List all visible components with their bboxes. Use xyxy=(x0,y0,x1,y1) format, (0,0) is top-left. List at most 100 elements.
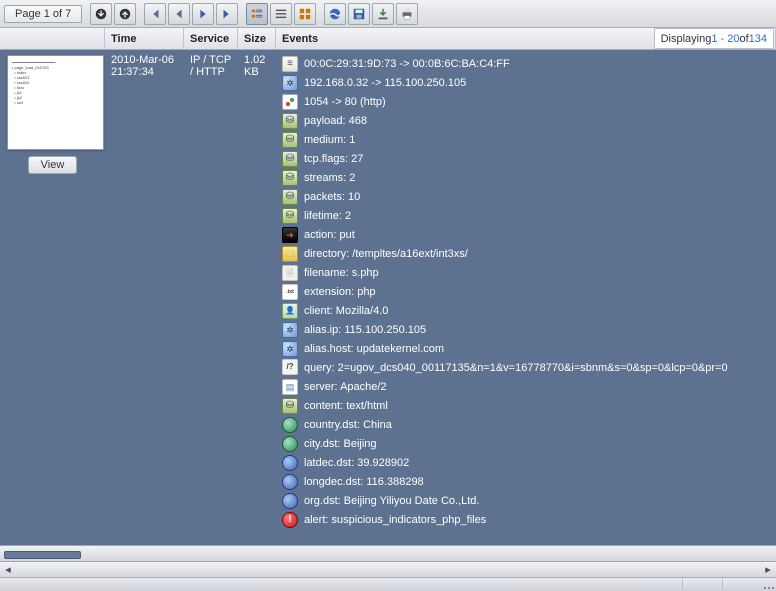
event-line[interactable]: streams: 2 xyxy=(282,169,770,187)
scroll-right-icon[interactable]: ▸ xyxy=(760,563,776,577)
cell-service: IP / TCP / HTTP xyxy=(184,54,238,530)
cell-events: 00:0C:29:31:9D:73 -> 00:0B:6C:BA:C4:FF19… xyxy=(276,54,776,530)
paging-total: 134 xyxy=(749,33,767,45)
window-hscroll[interactable]: ◂ ▸ xyxy=(0,561,776,577)
status-bar xyxy=(0,577,776,591)
cell-thumb: ━━━━━━━━━━━━━━━━━━• page_load_0x5763 • i… xyxy=(0,54,105,530)
event-line[interactable]: alias.ip: 115.100.250.105 xyxy=(282,321,770,339)
event-text: payload: 468 xyxy=(304,112,367,130)
arrow-icon xyxy=(282,227,298,243)
event-line[interactable]: action: put xyxy=(282,226,770,244)
event-line[interactable]: 00:0C:29:31:9D:73 -> 00:0B:6C:BA:C4:FF xyxy=(282,55,770,73)
db-icon xyxy=(282,132,298,148)
toolbar: Page 1 of 7 xyxy=(0,0,776,28)
event-line[interactable]: country.dst: China xyxy=(282,416,770,434)
event-line[interactable]: tcp.flags: 27 xyxy=(282,150,770,168)
event-text: streams: 2 xyxy=(304,169,355,187)
col-size[interactable]: Size xyxy=(238,28,276,49)
net-icon xyxy=(282,341,298,357)
db-icon xyxy=(282,170,298,186)
event-line[interactable]: alert: suspicious_indicators_php_files xyxy=(282,511,770,529)
event-text: lifetime: 2 xyxy=(304,207,351,225)
event-text: alert: suspicious_indicators_php_files xyxy=(304,511,486,529)
db-icon xyxy=(282,113,298,129)
event-text: server: Apache/2 xyxy=(304,378,387,396)
page-indicator: Page 1 of 7 xyxy=(4,5,82,23)
event-line[interactable]: latdec.dst: 39.928902 xyxy=(282,454,770,472)
thumbnail[interactable]: ━━━━━━━━━━━━━━━━━━• page_load_0x5763 • i… xyxy=(7,55,104,150)
col-time[interactable]: Time xyxy=(105,28,184,49)
event-text: directory: /templtes/a16ext/int3xs/ xyxy=(304,245,468,263)
event-text: action: put xyxy=(304,226,355,244)
net-icon xyxy=(282,322,298,338)
event-line[interactable]: extension: php xyxy=(282,283,770,301)
event-line[interactable]: server: Apache/2 xyxy=(282,378,770,396)
folder-icon xyxy=(282,246,298,262)
nav-next-button[interactable] xyxy=(192,3,214,25)
view-detail-button[interactable] xyxy=(246,3,268,25)
paging-of: of xyxy=(739,33,748,45)
event-line[interactable]: payload: 468 xyxy=(282,112,770,130)
refresh-up-button[interactable] xyxy=(114,3,136,25)
event-line[interactable]: city.dst: Beijing xyxy=(282,435,770,453)
event-line[interactable]: client: Mozilla/4.0 xyxy=(282,302,770,320)
col-service[interactable]: Service xyxy=(184,28,238,49)
event-text: packets: 10 xyxy=(304,188,360,206)
event-text: city.dst: Beijing xyxy=(304,435,377,453)
globe2-icon xyxy=(282,455,298,471)
event-line[interactable]: org.dst: Beijing Yiliyou Date Co.,Ltd. xyxy=(282,492,770,510)
event-line[interactable]: longdec.dst: 116.388298 xyxy=(282,473,770,491)
event-line[interactable]: lifetime: 2 xyxy=(282,207,770,225)
event-line[interactable]: directory: /templtes/a16ext/int3xs/ xyxy=(282,245,770,263)
event-text: 00:0C:29:31:9D:73 -> 00:0B:6C:BA:C4:FF xyxy=(304,55,510,73)
db-icon xyxy=(282,189,298,205)
client-icon xyxy=(282,303,298,319)
export-button[interactable] xyxy=(372,3,394,25)
paging-display: Displaying 1 - 20 of 134 xyxy=(654,28,774,49)
google-earth-button[interactable] xyxy=(324,3,346,25)
content-hscroll[interactable] xyxy=(0,545,776,561)
scroll-left-icon[interactable]: ◂ xyxy=(0,563,16,577)
event-line[interactable]: filename: s.php xyxy=(282,264,770,282)
view-grid-button[interactable] xyxy=(294,3,316,25)
event-line[interactable]: 1054 -> 80 (http) xyxy=(282,93,770,111)
event-text: medium: 1 xyxy=(304,131,355,149)
event-text: extension: php xyxy=(304,283,376,301)
event-line[interactable]: alias.host: updatekernel.com xyxy=(282,340,770,358)
event-text: latdec.dst: 39.928902 xyxy=(304,454,409,472)
event-text: country.dst: China xyxy=(304,416,392,434)
event-text: query: 2=ugov_dcs040_00117135&n=1&v=1677… xyxy=(304,359,728,377)
file-icon xyxy=(282,265,298,281)
nav-prev-button[interactable] xyxy=(168,3,190,25)
event-text: filename: s.php xyxy=(304,264,379,282)
refresh-down-button[interactable] xyxy=(90,3,112,25)
table-row: ━━━━━━━━━━━━━━━━━━• page_load_0x5763 • i… xyxy=(0,50,776,530)
net-icon xyxy=(282,75,298,91)
event-line[interactable]: query: 2=ugov_dcs040_00117135&n=1&v=1677… xyxy=(282,359,770,377)
db-icon xyxy=(282,208,298,224)
paging-range: 1 - 20 xyxy=(711,33,739,45)
event-line[interactable]: 192.168.0.32 -> 115.100.250.105 xyxy=(282,74,770,92)
event-text: alias.ip: 115.100.250.105 xyxy=(304,321,426,339)
event-text: 192.168.0.32 -> 115.100.250.105 xyxy=(304,74,466,92)
doc-icon xyxy=(282,56,298,72)
event-text: tcp.flags: 27 xyxy=(304,150,363,168)
txt-icon xyxy=(282,284,298,300)
db-icon xyxy=(282,151,298,167)
view-button[interactable]: View xyxy=(28,156,78,174)
print-button[interactable] xyxy=(396,3,418,25)
event-line[interactable]: content: text/html xyxy=(282,397,770,415)
globe2-icon xyxy=(282,493,298,509)
resize-grip[interactable] xyxy=(762,578,776,591)
q-icon xyxy=(282,359,298,375)
server-icon xyxy=(282,379,298,395)
event-line[interactable]: packets: 10 xyxy=(282,188,770,206)
event-text: longdec.dst: 116.388298 xyxy=(304,473,424,491)
globe-icon xyxy=(282,417,298,433)
db-icon xyxy=(282,398,298,414)
event-line[interactable]: medium: 1 xyxy=(282,131,770,149)
view-list-button[interactable] xyxy=(270,3,292,25)
nav-last-button[interactable] xyxy=(216,3,238,25)
nav-first-button[interactable] xyxy=(144,3,166,25)
save-button[interactable] xyxy=(348,3,370,25)
